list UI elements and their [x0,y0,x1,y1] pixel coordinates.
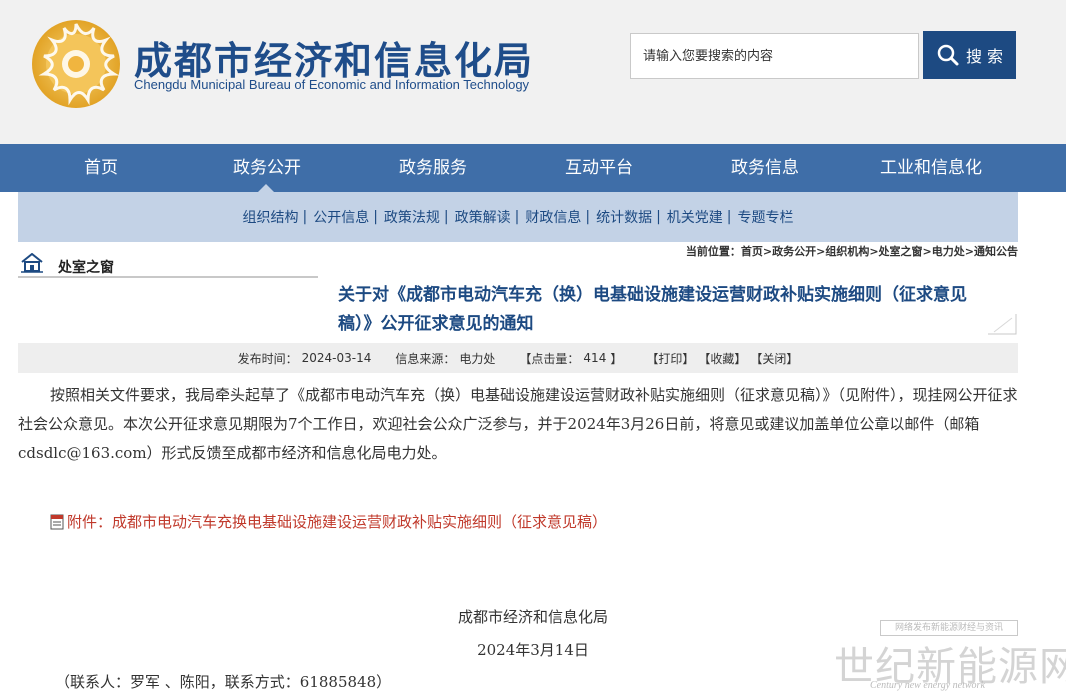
article-body: 按照相关文件要求，我局牵头起草了《成都市电动汽车充（换）电基础设施建设运营财政补… [18,386,1018,462]
main-nav: 首页 政务公开 政务服务 互动平台 政务信息 工业和信息化 [0,144,1066,192]
site-header: 成都市经济和信息化局 Chengdu Municipal Bureau of E… [0,0,1066,144]
search-button-label: 搜 索 [965,47,1004,66]
article-title: 关于对《成都市电动汽车充（换）电基础设施建设运营财政补贴实施细则（征求意见稿）》… [338,285,967,334]
breadcrumb: 当前位置：首页>政务公开>组织机构>处室之窗>电力处>通知公告 [686,243,1018,259]
search-button[interactable]: 搜 索 [923,31,1016,79]
subnav-item-policies[interactable]: 政策法规 [384,207,440,227]
subnav-item-policy-interpretation[interactable]: 政策解读 [455,207,511,227]
article-meta: 发布时间： 2024-03-14 信息来源： 电力处 【点击量： 414】 【打印】 … [18,343,1018,373]
subnav-separator: | [302,209,308,225]
search-input[interactable] [630,33,919,79]
source: 电力处 [459,351,496,366]
breadcrumb-path[interactable]: 首页>政务公开>组织机构>处室之窗>电力处>通知公告 [741,245,1018,258]
subnav-item-finance-info[interactable]: 财政信息 [525,207,581,227]
attachment-label[interactable]: 附件：成都市电动汽车充换电基础设施建设运营财政补贴实施细则（征求意见稿） [67,511,607,532]
subnav-separator: | [373,209,378,225]
subnav-item-public-info[interactable]: 公开信息 [313,207,369,227]
attachment-link[interactable]: 附件：成都市电动汽车充换电基础设施建设运营财政补贴实施细则（征求意见稿） [50,511,607,532]
site-subtitle: Chengdu Municipal Bureau of Economic and… [134,77,530,92]
subnav-separator: | [443,209,449,225]
corner-decoration-icon [988,314,1017,335]
sun-emblem-icon[interactable] [30,18,122,110]
search-icon [937,44,959,66]
favorite-link[interactable]: 【收藏】 [698,350,746,367]
breadcrumb-label: 当前位置： [685,245,741,258]
sub-nav: 组织结构 | 公开信息 | 政策法规 | 政策解读 | 财政信息 | 统计数据 | 机关党建… [18,192,1018,242]
nav-item-gov-info[interactable]: 政务信息 [682,144,848,192]
publish-date-label: 发布时间： [237,351,298,366]
subnav-item-org-structure[interactable]: 组织结构 [242,207,298,227]
subnav-item-statistics[interactable]: 统计数据 [596,207,652,227]
subnav-item-party-building[interactable]: 机关党建 [667,207,723,227]
section-title: 处室之窗 [58,260,114,276]
nav-item-gov-services[interactable]: 政务服务 [350,144,516,192]
subnav-separator: | [726,209,732,225]
nav-item-interaction[interactable]: 互动平台 [516,144,682,192]
close-link[interactable]: 【关闭】 [750,350,798,367]
click-count-label: 【点击量： [519,351,580,366]
subnav-item-special-topics[interactable]: 专题专栏 [738,207,794,227]
section-divider [18,276,318,278]
source-label: 信息来源： [395,351,456,366]
subnav-separator: | [514,209,520,225]
pdf-file-icon [50,514,64,529]
nav-item-home[interactable]: 首页 [18,144,184,192]
subnav-separator: | [585,209,591,225]
click-count: 414 [583,351,607,365]
print-link[interactable]: 【打印】 [646,350,694,367]
publish-date: 2024-03-14 [301,351,372,365]
subnav-separator: | [656,209,661,225]
watermark-subtext: Century new energy network [870,680,985,691]
nav-item-industry-it[interactable]: 工业和信息化 [848,144,1014,192]
contact-info: （联系人：罗军 、陈阳，联系方式：61885848） [55,673,392,691]
home-icon [21,253,43,273]
active-nav-indicator [258,184,274,192]
click-count-suffix: 】 [610,351,623,366]
